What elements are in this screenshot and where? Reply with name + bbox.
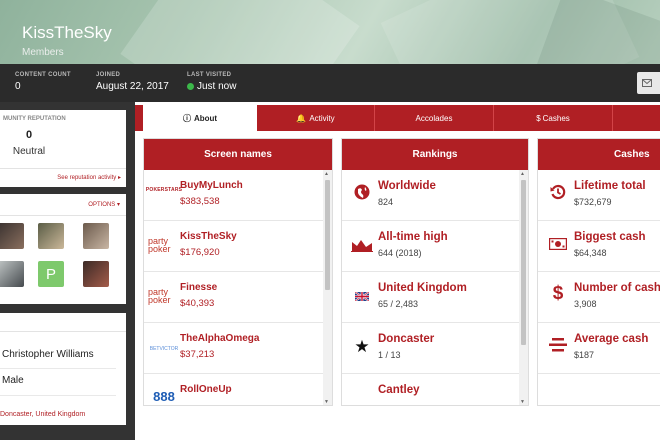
screen-names-title: Screen names [144,139,332,170]
info-icon: ⓘ [182,113,191,123]
rankings-title: Rankings [342,139,528,170]
screen-name-item[interactable]: 888 RollOneUp [144,374,324,405]
profile-cover: KissTheSky Members [0,0,660,64]
area-chart-icon [346,235,378,255]
pokerstars-logo-icon: POKERSTARS [145,187,183,193]
globe-icon [346,182,378,202]
cash-icon [542,234,574,254]
cash-stat-item: Lifetime total $732,679 [538,170,660,221]
screen-name-item[interactable]: party poker Finesse $40,393 [144,272,324,323]
about-name: Christopher Williams [2,349,94,360]
dollar-icon: $ [552,283,564,304]
options-dropdown[interactable]: OPTIONS ▾ [88,201,120,208]
balance-icon [542,335,574,355]
reputation-status: Neutral [12,146,46,157]
profile-username: KissTheSky [22,23,112,42]
cashes-title: Cashes [538,139,660,170]
content-count-value: 0 [15,81,21,92]
partypoker-logo-icon: party poker [148,287,171,305]
profile-sidebar: MUNITY REPUTATION 0 Neutral See reputati… [0,102,135,440]
screen-names-scrollbar[interactable]: ▲ ▼ [323,170,332,405]
cash-stat-item: Average cash $187 [538,323,660,374]
reputation-value: 0 [25,129,33,141]
888poker-logo-icon: 888 [153,388,175,404]
content-count-stat: CONTENT COUNT 0 [15,72,71,92]
friend-avatar[interactable] [83,261,109,287]
rankings-scrollbar[interactable]: ▲ ▼ [519,170,528,405]
cashes-panel: Cashes Lifetime total $732,679 Biggest c… [537,138,660,406]
friend-avatar[interactable]: P [38,261,64,287]
tab-cashes[interactable]: $ Cashes [494,105,613,131]
about-gender: Male [2,375,24,386]
screen-name-item[interactable]: party poker KissTheSky $176,920 [144,221,324,272]
reputation-activity-link[interactable]: See reputation activity ▸ [57,174,121,181]
envelope-icon [642,79,652,87]
friends-card: OPTIONS ▾ P [0,194,126,304]
friend-avatar[interactable] [0,261,24,287]
message-button[interactable] [637,72,660,94]
ranking-item: United Kingdom 65 / 2,483 [342,272,520,323]
friend-avatar[interactable] [83,223,109,249]
profile-stats-bar: CONTENT COUNT 0 JOINED August 22, 2017 L… [0,64,660,102]
bell-icon: 🔔 [296,113,307,123]
reputation-label: MUNITY REPUTATION [3,116,66,122]
cash-stat-item: Biggest cash $64,348 [538,221,660,272]
rankings-panel: Rankings Worldwide 824 All-time high 644… [341,138,529,406]
history-icon [542,182,574,202]
screen-name-item[interactable]: POKERSTARS BuyMyLunch $383,538 [144,170,324,221]
star-icon: ★ [354,337,370,356]
about-me-card: Christopher Williams Male Doncaster, Uni… [0,313,126,425]
tab-accolades[interactable]: Accolades [375,105,494,131]
ranking-item: All-time high 644 (2018) [342,221,520,272]
uk-flag-icon [346,286,378,306]
friend-avatar[interactable] [0,223,24,249]
screen-names-panel: Screen names POKERSTARS BuyMyLunch $383,… [143,138,333,406]
about-location-link[interactable]: Doncaster, United Kingdom [0,411,85,418]
ranking-item: Cantley [378,384,420,396]
friend-avatar[interactable] [38,223,64,249]
profile-main: ⓘ About 🔔 Activity Accolades $ Cashes Scree… [135,102,660,440]
cash-stat-item: $ Number of cashes 3,908 [538,272,660,323]
tab-about[interactable]: ⓘ About [143,105,257,131]
dollar-icon: $ [536,113,541,123]
betvictor-logo-icon: BETVICTOR [149,346,179,352]
partypoker-logo-icon: party poker [148,236,171,254]
reputation-card: MUNITY REPUTATION 0 Neutral See reputati… [0,110,126,187]
screen-name-item[interactable]: BETVICTOR TheAlphaOmega $37,213 [144,323,324,374]
ranking-item: Worldwide 824 [342,170,520,221]
tab-activity[interactable]: 🔔 Activity [257,105,375,131]
last-visited-value: Just now [197,81,237,92]
ranking-item: ★ Doncaster 1 / 13 [342,323,520,374]
last-visited-stat: LAST VISITED Just now [187,72,237,92]
profile-group: Members [22,47,64,58]
profile-tabs: ⓘ About 🔔 Activity Accolades $ Cashes [135,105,660,131]
joined-value: August 22, 2017 [96,81,169,92]
joined-stat: JOINED August 22, 2017 [96,72,169,92]
online-indicator-icon [187,83,194,90]
